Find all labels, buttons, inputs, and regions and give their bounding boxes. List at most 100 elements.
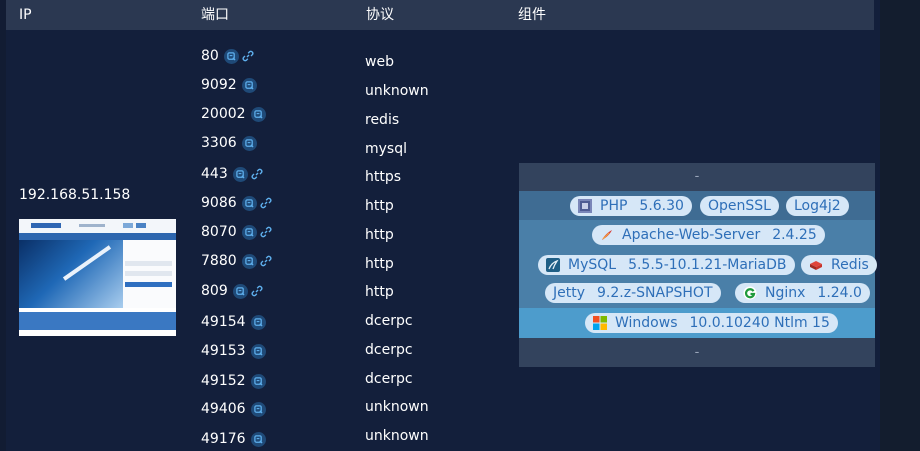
port-row: 49154 <box>201 312 266 332</box>
component-mysql[interactable]: MySQL 5.5.5-10.1.21-MariaDB <box>538 255 795 275</box>
port-number[interactable]: 49153 <box>201 343 246 359</box>
port-number[interactable]: 20002 <box>201 106 246 122</box>
component-openssl[interactable]: OpenSSL <box>700 196 779 216</box>
fingerprint-report-icon[interactable] <box>223 48 239 64</box>
port-protocol: mysql <box>365 141 407 157</box>
component-name: Jetty <box>553 285 586 301</box>
port-protocol: http <box>365 198 394 214</box>
component-panel: - PHP 5.6.30 OpenSSL Log4j2 Apache-Web-S… <box>519 163 877 367</box>
port-number[interactable]: 9092 <box>201 77 237 93</box>
component-apache[interactable]: Apache-Web-Server 2.4.25 <box>592 225 825 245</box>
component-band-top: - <box>519 163 875 191</box>
port-protocol: http <box>365 256 394 272</box>
redis-icon <box>809 258 823 272</box>
fingerprint-report-icon[interactable] <box>241 253 257 269</box>
component-version: 1.24.0 <box>817 285 862 301</box>
component-php[interactable]: PHP 5.6.30 <box>570 196 692 216</box>
thumb-form-field <box>125 261 172 266</box>
nginx-icon <box>743 286 757 300</box>
port-row: 80 <box>201 46 255 66</box>
port-row: 3306 <box>201 133 257 153</box>
component-log4j2[interactable]: Log4j2 <box>786 196 849 216</box>
external-link-icon[interactable] <box>241 49 255 63</box>
fingerprint-report-icon[interactable] <box>232 166 248 182</box>
fingerprint-report-icon[interactable] <box>250 431 266 447</box>
thumb-logo <box>31 223 61 228</box>
fingerprint-report-icon[interactable] <box>241 195 257 211</box>
external-link-icon[interactable] <box>259 254 273 268</box>
fingerprint-report-icon[interactable] <box>250 314 266 330</box>
component-band-middleware: Apache-Web-Server 2.4.25 MySQL 5.5.5-10.… <box>519 220 877 308</box>
component-dash: - <box>694 345 700 360</box>
external-link-icon[interactable] <box>250 284 264 298</box>
port-number[interactable]: 49176 <box>201 431 246 447</box>
component-name: Apache-Web-Server <box>622 227 761 243</box>
port-number[interactable]: 9086 <box>201 195 237 211</box>
website-screenshot-thumbnail[interactable] <box>19 219 176 336</box>
fingerprint-report-icon[interactable] <box>250 401 266 417</box>
component-name: OpenSSL <box>708 198 771 214</box>
port-protocol: dcerpc <box>365 313 413 329</box>
port-number[interactable]: 8070 <box>201 224 237 240</box>
port-row: 9086 <box>201 193 273 213</box>
port-protocol: web <box>365 54 394 70</box>
component-version: 5.6.30 <box>639 198 684 214</box>
component-redis[interactable]: Redis <box>801 255 877 275</box>
fingerprint-report-icon[interactable] <box>250 106 266 122</box>
port-number[interactable]: 809 <box>201 283 228 299</box>
thumb-button <box>136 223 146 228</box>
apache-feather-icon <box>600 228 614 242</box>
php-icon <box>578 199 592 213</box>
component-jetty[interactable]: Jetty 9.2.z-SNAPSHOT <box>545 283 721 303</box>
fingerprint-report-icon[interactable] <box>232 283 248 299</box>
port-row: 49152 <box>201 371 266 391</box>
port-row: 9092 <box>201 75 257 95</box>
component-name: Redis <box>831 257 869 273</box>
port-protocol: http <box>365 227 394 243</box>
component-version: 10.0.10240 Ntlm 15 <box>689 315 830 331</box>
component-windows[interactable]: Windows 10.0.10240 Ntlm 15 <box>585 313 838 333</box>
external-link-icon[interactable] <box>250 167 264 181</box>
header-port: 端口 <box>201 7 229 23</box>
fingerprint-report-icon[interactable] <box>250 343 266 359</box>
thumb-footer <box>19 312 176 330</box>
port-protocol: unknown <box>365 83 429 99</box>
port-protocol: dcerpc <box>365 371 413 387</box>
fingerprint-report-icon[interactable] <box>241 224 257 240</box>
thumb-form-field <box>125 271 172 276</box>
port-number[interactable]: 7880 <box>201 253 237 269</box>
external-link-icon[interactable] <box>259 196 273 210</box>
port-row: 49406 <box>201 399 266 419</box>
thumb-search <box>79 224 105 227</box>
port-number[interactable]: 443 <box>201 166 228 182</box>
port-number[interactable]: 3306 <box>201 135 237 151</box>
external-link-icon[interactable] <box>259 225 273 239</box>
port-row: 8070 <box>201 222 273 242</box>
port-number[interactable]: 49152 <box>201 373 246 389</box>
component-nginx[interactable]: Nginx 1.24.0 <box>735 283 870 303</box>
header-protocol: 协议 <box>366 7 394 23</box>
thumb-nav <box>19 233 176 240</box>
port-row: 49176 <box>201 429 266 449</box>
mysql-icon <box>546 258 560 272</box>
component-version: 2.4.25 <box>772 227 817 243</box>
fingerprint-report-icon[interactable] <box>250 373 266 389</box>
port-number[interactable]: 49154 <box>201 314 246 330</box>
fingerprint-report-icon[interactable] <box>241 135 257 151</box>
component-name: Windows <box>615 315 678 331</box>
host-ip[interactable]: 192.168.51.158 <box>19 187 130 203</box>
header-ip: IP <box>19 7 32 23</box>
port-row: 49153 <box>201 341 266 361</box>
port-row: 7880 <box>201 251 273 271</box>
port-protocol: redis <box>365 112 400 128</box>
component-version: 5.5.5-10.1.21-MariaDB <box>628 257 787 273</box>
port-protocol: dcerpc <box>365 342 413 358</box>
component-name: PHP <box>600 198 628 214</box>
port-number[interactable]: 80 <box>201 48 219 64</box>
component-name: Log4j2 <box>794 198 841 214</box>
port-number[interactable]: 49406 <box>201 401 246 417</box>
fingerprint-report-icon[interactable] <box>241 77 257 93</box>
component-band-bottom: - <box>519 338 875 367</box>
port-row: 809 <box>201 281 264 301</box>
table-header: IP 端口 协议 组件 <box>6 0 874 30</box>
